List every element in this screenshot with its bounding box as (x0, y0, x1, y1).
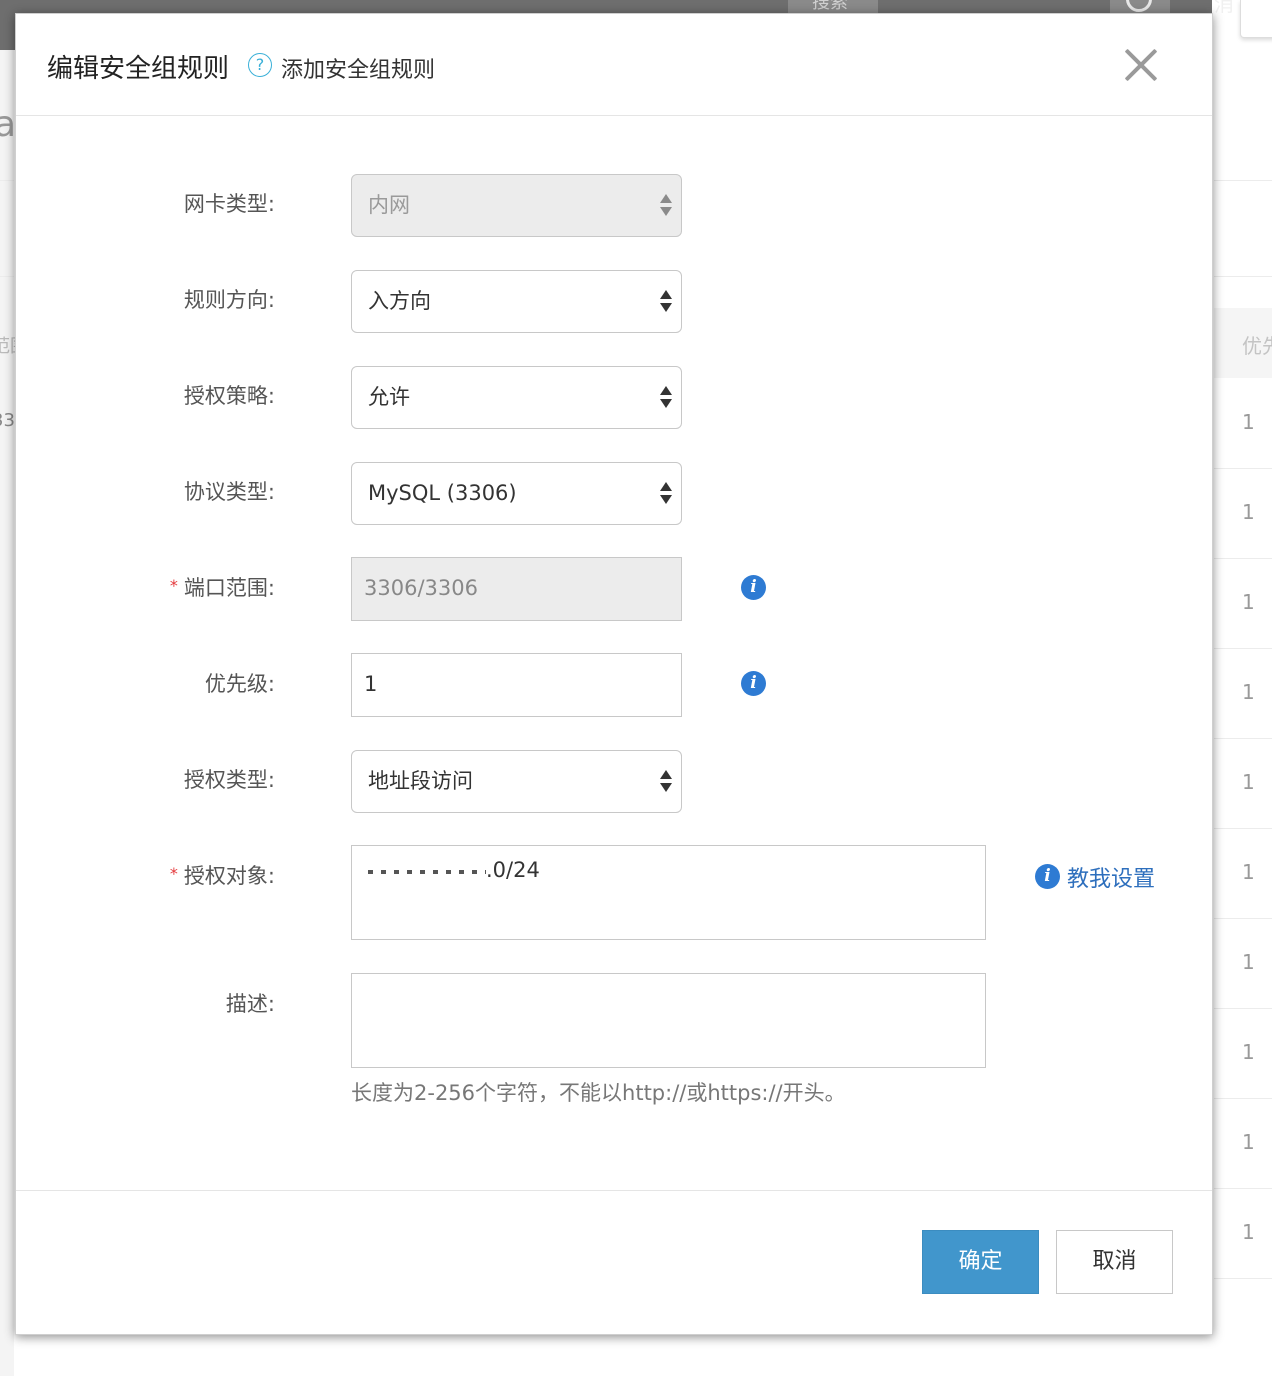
background-row-divider (1214, 918, 1272, 919)
protocol-value: MySQL (3306) (368, 481, 517, 505)
background-priority-value: 1 (1242, 1130, 1255, 1154)
background-divider (0, 276, 14, 277)
direction-label: 规则方向: (183, 288, 275, 312)
background-partial-title: a (0, 104, 17, 145)
background-priority-value: 1 (1242, 1040, 1255, 1064)
background-row-divider (1214, 1008, 1272, 1009)
background-row-divider (1214, 1188, 1272, 1189)
direction-select[interactable]: 入方向 (351, 270, 682, 333)
dialog-header: 编辑安全组规则 ? 添加安全组规则 (16, 14, 1212, 116)
description-label: 描述: (225, 992, 275, 1016)
background-left-strip (0, 50, 14, 1376)
port-range-value: 3306/3306 (364, 576, 478, 600)
required-mark: * (169, 576, 178, 595)
priority-value: 1 (364, 672, 378, 696)
required-mark: * (169, 864, 178, 883)
select-arrows-icon (660, 194, 672, 218)
background-row-divider (1214, 648, 1272, 649)
background-priority-value: 1 (1242, 770, 1255, 794)
auth-object-value-suffix: .0/24 (486, 858, 540, 882)
auth-type-value: 地址段访问 (368, 769, 473, 793)
background-priority-value: 1 (1242, 950, 1255, 974)
policy-value: 允许 (368, 385, 410, 409)
select-arrows-icon (660, 770, 672, 794)
background-divider (0, 180, 14, 181)
auth-object-textarea[interactable]: .0/24 (351, 845, 986, 940)
protocol-label: 协议类型: (183, 480, 275, 504)
background-priority-header: 优先 (1242, 334, 1272, 358)
background-row-divider (1214, 558, 1272, 559)
select-arrows-icon (660, 482, 672, 506)
edit-security-group-rule-dialog: 编辑安全组规则 ? 添加安全组规则 网卡类型: 内网 规则方向: 入方向 授权策… (15, 13, 1213, 1335)
select-arrows-icon (660, 386, 672, 410)
dialog-title: 编辑安全组规则 (47, 54, 230, 84)
teach-me-link[interactable]: 教我设置 (1067, 861, 1155, 893)
auth-object-info-icon[interactable]: i (1035, 864, 1060, 889)
background-row-divider (1214, 1278, 1272, 1279)
nic-type-value: 内网 (368, 193, 410, 217)
port-range-info-icon[interactable]: i (741, 575, 766, 600)
background-row-divider (1214, 1098, 1272, 1099)
add-rule-link[interactable]: 添加安全组规则 (281, 52, 435, 84)
background-cancel-label: 消 (1214, 0, 1234, 16)
policy-label: 授权策略: (183, 384, 275, 408)
masked-ip-prefix (368, 870, 486, 874)
priority-input[interactable]: 1 (351, 653, 682, 717)
policy-select[interactable]: 允许 (351, 366, 682, 429)
dialog-footer-divider (16, 1190, 1212, 1191)
help-icon[interactable]: ? (248, 53, 272, 77)
background-priority-value: 1 (1242, 860, 1255, 884)
background-divider (1214, 276, 1272, 277)
background-partial-value: 33 (0, 410, 15, 431)
select-arrows-icon (660, 290, 672, 314)
priority-info-icon[interactable]: i (741, 671, 766, 696)
background-priority-value: 1 (1242, 410, 1255, 434)
background-priority-value: 1 (1242, 590, 1255, 614)
auth-object-label: * 授权对象: (169, 864, 275, 888)
confirm-button[interactable]: 确定 (922, 1230, 1039, 1294)
background-priority-value: 1 (1242, 1220, 1255, 1244)
background-priority-value: 1 (1242, 680, 1255, 704)
description-hint: 长度为2-256个字符，不能以http://或https://开头。 (351, 1081, 846, 1105)
nic-type-label: 网卡类型: (183, 192, 275, 216)
background-divider (1214, 180, 1272, 181)
close-icon[interactable] (1122, 46, 1160, 84)
background-row-divider (1214, 468, 1272, 469)
background-row-divider (1214, 828, 1272, 829)
auth-type-label: 授权类型: (183, 768, 275, 792)
port-range-input[interactable]: 3306/3306 (351, 557, 682, 621)
direction-value: 入方向 (368, 289, 431, 313)
background-priority-value: 1 (1242, 500, 1255, 524)
background-search-label: 搜索 (812, 0, 848, 13)
background-popover (1240, 0, 1272, 38)
protocol-select[interactable]: MySQL (3306) (351, 462, 682, 525)
nic-type-select[interactable]: 内网 (351, 174, 682, 237)
auth-type-select[interactable]: 地址段访问 (351, 750, 682, 813)
port-range-label: * 端口范围: (169, 576, 275, 600)
description-textarea[interactable] (351, 973, 986, 1068)
cancel-button[interactable]: 取消 (1056, 1230, 1173, 1294)
priority-label: 优先级: (204, 672, 275, 696)
background-row-divider (1214, 738, 1272, 739)
